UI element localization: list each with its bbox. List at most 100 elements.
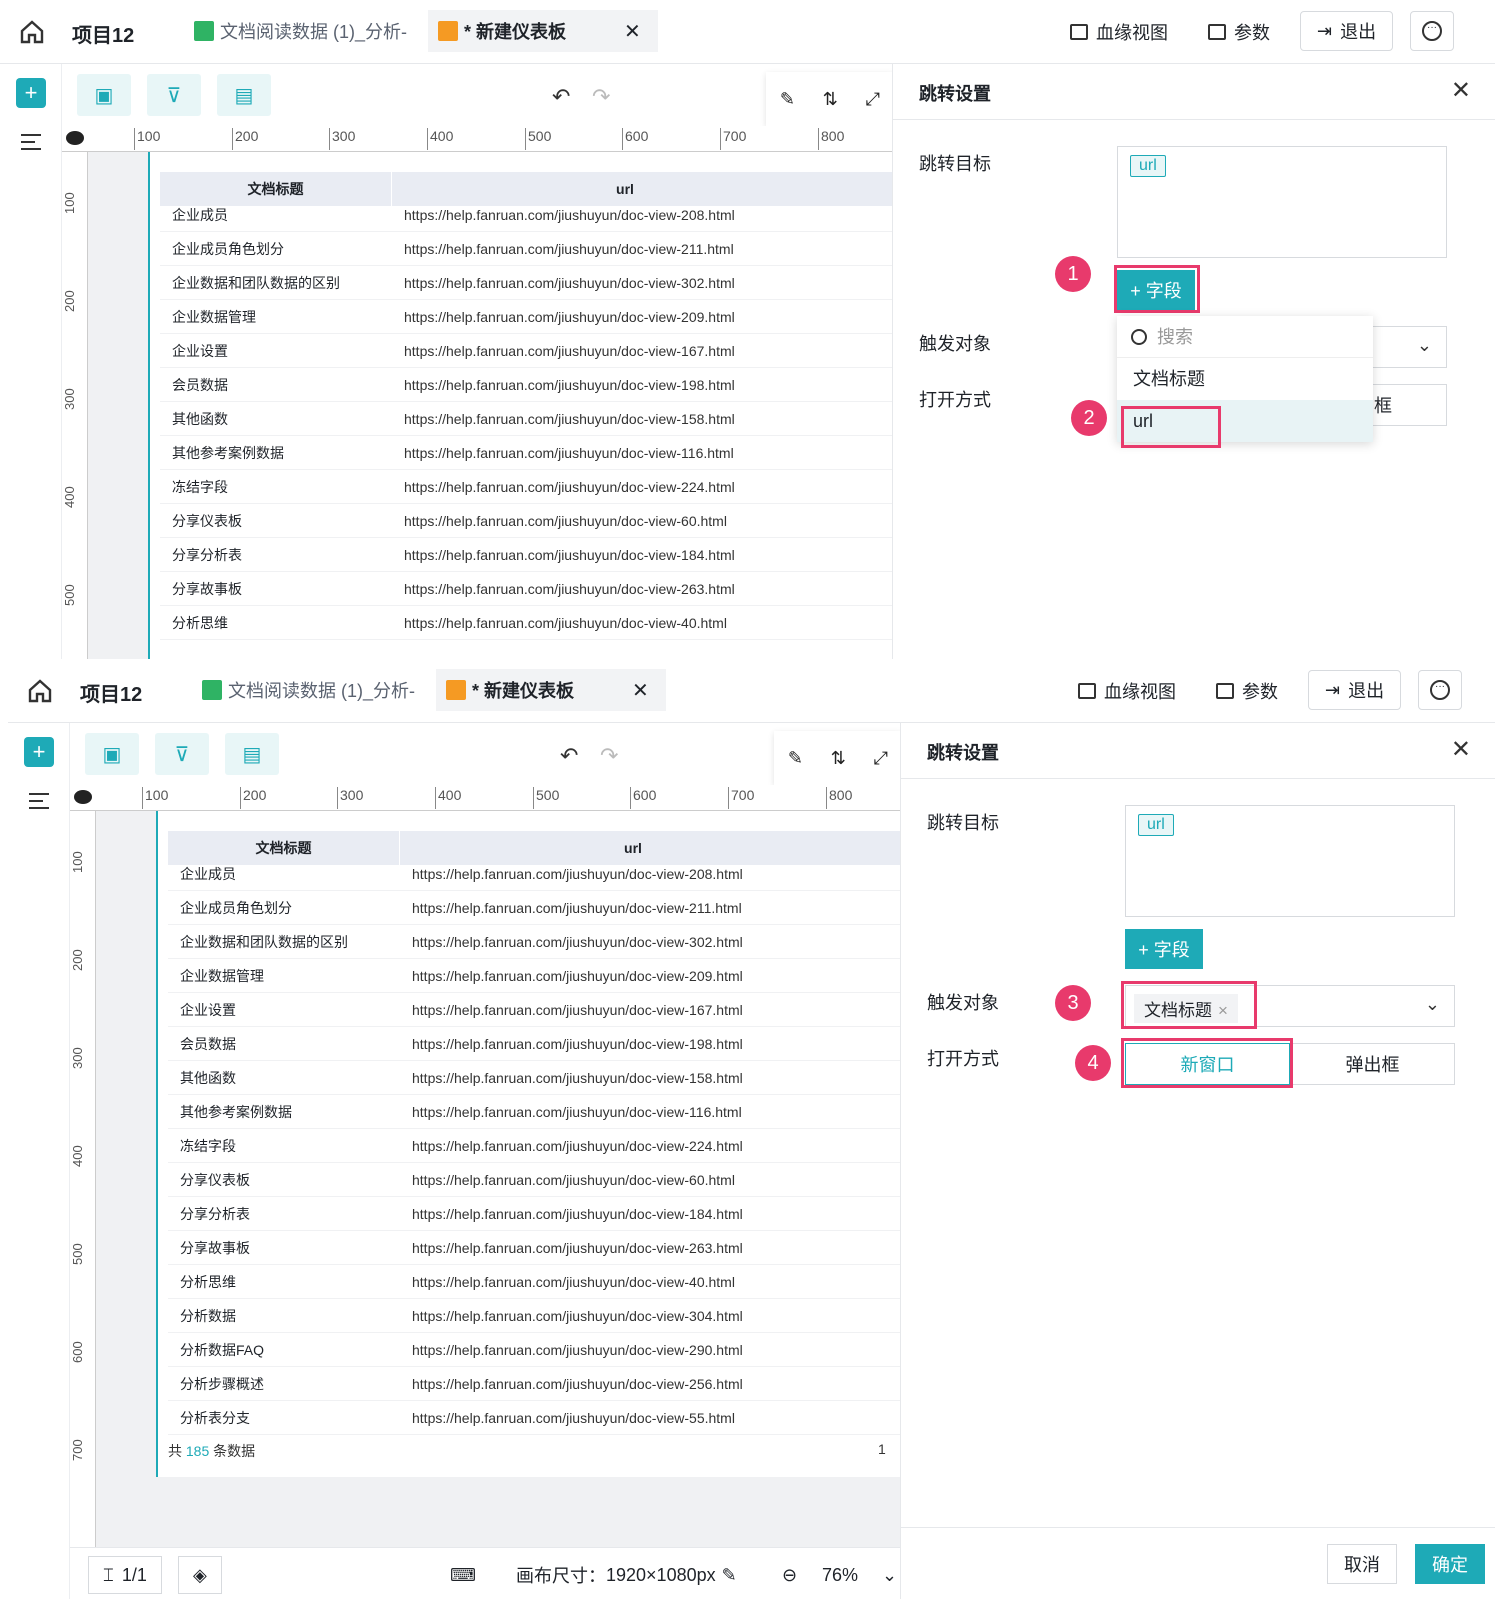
arrange-icon[interactable]: ⇅	[831, 748, 846, 769]
add-component-button[interactable]: +	[16, 78, 46, 108]
home-icon[interactable]	[26, 677, 54, 705]
table-row[interactable]: 企业成员角色划分 https://help.fanruan.com/jiushuy…	[160, 232, 892, 266]
table-row[interactable]: 其他参考案例数据 https://help.fanruan.com/jiushuy…	[160, 436, 892, 470]
table-row[interactable]: 分享仪表板 https://help.fanruan.com/jiushuyun/…	[160, 504, 892, 538]
table-row[interactable]: 企业成员角色划分 https://help.fanruan.com/jiushuy…	[168, 891, 900, 925]
table-row[interactable]: 分析数据FAQ https://help.fanruan.com/jiushuyu…	[168, 1333, 900, 1367]
table-row[interactable]: 企业数据和团队数据的区别 https://help.fanruan.com/jiu…	[168, 925, 900, 959]
add-filter-icon[interactable]: ⊽	[147, 74, 201, 116]
brush-icon[interactable]: ✎	[788, 748, 803, 769]
option-doc-title[interactable]: 文档标题	[1117, 358, 1373, 400]
table-row[interactable]: 会员数据 https://help.fanruan.com/jiushuyun/d…	[168, 1027, 900, 1061]
undo-icon[interactable]: ↶	[552, 84, 570, 110]
cell-url: https://help.fanruan.com/jiushuyun/doc-v…	[412, 934, 743, 950]
ruler-tick: 500	[525, 128, 551, 150]
ruler-tick: 400	[435, 787, 461, 809]
page-number[interactable]: 1	[878, 1441, 886, 1457]
lineage-view-button[interactable]: 血缘视图	[1078, 673, 1176, 709]
close-icon[interactable]: ✕	[1451, 76, 1471, 105]
params-button[interactable]: 参数	[1208, 14, 1270, 50]
open-popup-button[interactable]: 弹出框	[1290, 1043, 1455, 1085]
exit-button[interactable]: ⇥ 退出	[1300, 11, 1394, 51]
tab-new-dashboard[interactable]: * 新建仪表板 ✕	[436, 669, 666, 711]
table-row[interactable]: 分享故事板 https://help.fanruan.com/jiushuyun/…	[168, 1231, 900, 1265]
table-widget[interactable]: 文档标题 url 企业成员 https://help.fanruan.com/ji…	[148, 152, 892, 659]
add-text-icon[interactable]: ▤	[217, 74, 271, 116]
eye-icon[interactable]	[66, 131, 84, 145]
tab-new-dashboard[interactable]: * 新建仪表板 ✕	[428, 10, 658, 52]
more-button[interactable]: ···	[1418, 670, 1462, 710]
table-row[interactable]: 企业数据管理 https://help.fanruan.com/jiushuyun…	[160, 300, 892, 334]
keyboard-icon[interactable]: ⌨	[450, 1556, 476, 1594]
table-row[interactable]: 企业设置 https://help.fanruan.com/jiushuyun/d…	[160, 334, 892, 368]
table-row[interactable]: 其他函数 https://help.fanruan.com/jiushuyun/d…	[168, 1061, 900, 1095]
table-row[interactable]: 分析思维 https://help.fanruan.com/jiushuyun/d…	[160, 606, 892, 640]
search-input[interactable]: 搜索	[1117, 316, 1373, 358]
home-icon[interactable]	[18, 18, 46, 46]
close-icon[interactable]: ✕	[1451, 735, 1471, 764]
table-row[interactable]: 冻结字段 https://help.fanruan.com/jiushuyun/d…	[168, 1129, 900, 1163]
ruler-tick: 300	[329, 128, 355, 150]
table-row[interactable]: 会员数据 https://help.fanruan.com/jiushuyun/d…	[160, 368, 892, 402]
url-tag[interactable]: url	[1138, 814, 1174, 836]
cell-url: https://help.fanruan.com/jiushuyun/doc-v…	[412, 1070, 743, 1086]
redo-icon[interactable]: ↷	[592, 84, 610, 110]
lineage-view-button[interactable]: 血缘视图	[1070, 14, 1168, 50]
close-icon[interactable]: ✕	[632, 678, 649, 703]
add-chart-icon[interactable]: ▣	[77, 74, 131, 116]
table-row[interactable]: 分析思维 https://help.fanruan.com/jiushuyun/d…	[168, 1265, 900, 1299]
redo-icon[interactable]: ↷	[600, 743, 618, 769]
target-field-box[interactable]: url	[1125, 805, 1455, 917]
brush-icon[interactable]: ✎	[780, 89, 795, 110]
table-row[interactable]: 企业数据和团队数据的区别 https://help.fanruan.com/jiu…	[160, 266, 892, 300]
target-field-box[interactable]: url	[1117, 146, 1447, 258]
page-navigator[interactable]: ⌶ 1/1	[88, 1556, 162, 1594]
zoom-select[interactable]: 76% ⌄	[822, 1556, 897, 1594]
edit-icon[interactable]: ✎	[722, 1565, 737, 1586]
cell-url: https://help.fanruan.com/jiushuyun/doc-v…	[412, 1342, 743, 1358]
zoom-out-icon[interactable]: ⊖	[782, 1556, 797, 1594]
cell-url: https://help.fanruan.com/jiushuyun/doc-v…	[412, 968, 743, 984]
canvas-size[interactable]: 画布尺寸： 1920×1080px ✎	[516, 1556, 737, 1594]
add-field-button[interactable]: + 字段	[1125, 929, 1203, 969]
table-row[interactable]: 分析表分支 https://help.fanruan.com/jiushuyun/…	[168, 1401, 900, 1435]
table-row[interactable]: 分享仪表板 https://help.fanruan.com/jiushuyun/…	[168, 1163, 900, 1197]
row-count: 185	[185, 1443, 210, 1459]
cell-url: https://help.fanruan.com/jiushuyun/doc-v…	[404, 411, 735, 427]
params-button[interactable]: 参数	[1216, 673, 1278, 709]
list-icon[interactable]	[21, 134, 41, 150]
table-row[interactable]: 企业数据管理 https://help.fanruan.com/jiushuyun…	[168, 959, 900, 993]
arrange-icon[interactable]: ⇅	[823, 89, 838, 110]
close-icon[interactable]: ✕	[624, 19, 641, 44]
table-row[interactable]: 冻结字段 https://help.fanruan.com/jiushuyun/d…	[160, 470, 892, 504]
exit-button[interactable]: ⇥ 退出	[1308, 670, 1402, 710]
add-filter-icon[interactable]: ⊽	[155, 733, 209, 775]
confirm-button[interactable]: 确定	[1415, 1544, 1485, 1584]
table-row[interactable]: 企业设置 https://help.fanruan.com/jiushuyun/d…	[168, 993, 900, 1027]
tab-data-analysis[interactable]: 文档阅读数据 (1)_分析-	[184, 10, 417, 52]
undo-icon[interactable]: ↶	[560, 743, 578, 769]
eye-icon[interactable]	[74, 790, 92, 804]
add-component-button[interactable]: +	[24, 737, 54, 767]
more-button[interactable]: ···	[1410, 11, 1454, 51]
url-tag[interactable]: url	[1130, 155, 1166, 177]
add-text-icon[interactable]: ▤	[225, 733, 279, 775]
list-icon[interactable]	[29, 793, 49, 809]
cancel-button[interactable]: 取消	[1327, 1544, 1397, 1584]
table-row[interactable]: 其他函数 https://help.fanruan.com/jiushuyun/d…	[160, 402, 892, 436]
table-row[interactable]: 分享分析表 https://help.fanruan.com/jiushuyun/…	[160, 538, 892, 572]
table-row[interactable]: 其他参考案例数据 https://help.fanruan.com/jiushuy…	[168, 1095, 900, 1129]
fullscreen-icon[interactable]: ⤢	[866, 89, 880, 110]
table-row[interactable]: 企业成员 https://help.fanruan.com/jiushuyun/d…	[168, 857, 900, 891]
tab-data-analysis[interactable]: 文档阅读数据 (1)_分析-	[192, 669, 425, 711]
table-widget[interactable]: 文档标题 url 企业成员 https://help.fanruan.com/ji…	[156, 811, 900, 1477]
ruler-tick: 200	[70, 949, 85, 971]
fullscreen-icon[interactable]: ⤢	[874, 748, 888, 769]
layers-button[interactable]: ◈	[178, 1556, 222, 1594]
table-row[interactable]: 企业成员 https://help.fanruan.com/jiushuyun/d…	[160, 198, 892, 232]
add-chart-icon[interactable]: ▣	[85, 733, 139, 775]
table-row[interactable]: 分析数据 https://help.fanruan.com/jiushuyun/d…	[168, 1299, 900, 1333]
table-row[interactable]: 分析步骤概述 https://help.fanruan.com/jiushuyun…	[168, 1367, 900, 1401]
table-row[interactable]: 分享故事板 https://help.fanruan.com/jiushuyun/…	[160, 572, 892, 606]
table-row[interactable]: 分享分析表 https://help.fanruan.com/jiushuyun/…	[168, 1197, 900, 1231]
